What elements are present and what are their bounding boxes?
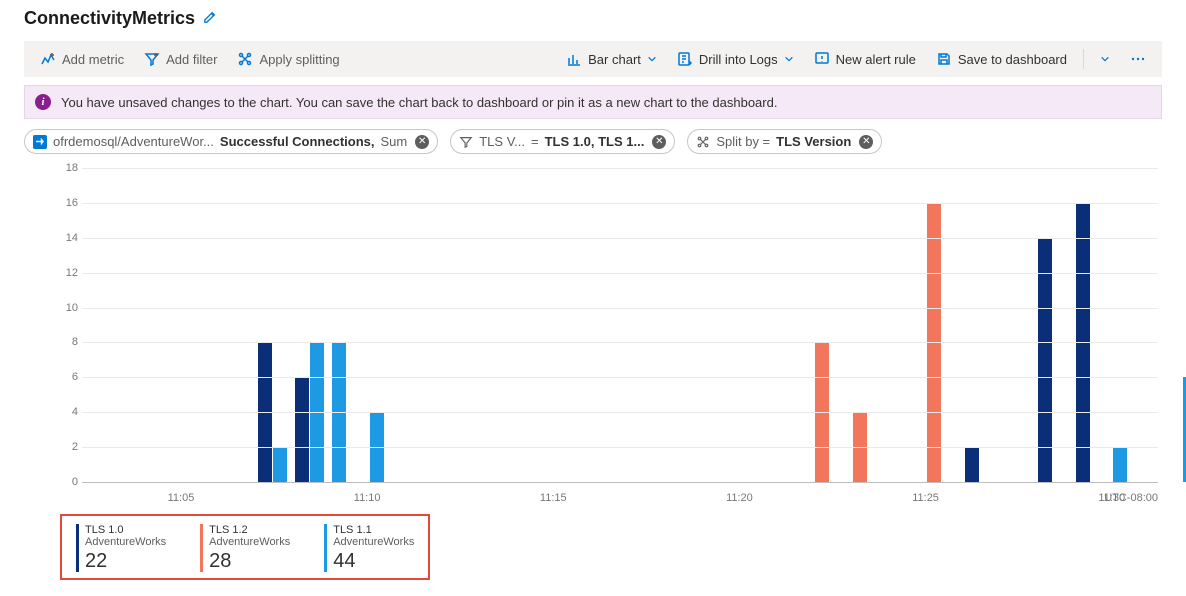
save-to-dashboard-label: Save to dashboard bbox=[958, 52, 1067, 67]
legend-series-name: TLS 1.0 bbox=[85, 524, 166, 536]
metric-name: Successful Connections, bbox=[220, 134, 375, 149]
legend-series-name: TLS 1.1 bbox=[333, 524, 414, 536]
filter-field: TLS V... bbox=[479, 134, 525, 149]
chart-type-selector[interactable]: Bar chart bbox=[558, 47, 665, 71]
split-label: Split by = bbox=[716, 134, 770, 149]
y-tick-label: 10 bbox=[60, 302, 78, 314]
add-filter-label: Add filter bbox=[166, 52, 217, 67]
legend-color-swatch bbox=[324, 524, 327, 572]
more-icon bbox=[1130, 51, 1146, 67]
page-title: ConnectivityMetrics bbox=[24, 8, 195, 29]
y-tick-label: 0 bbox=[60, 476, 78, 488]
chart-bar[interactable] bbox=[295, 377, 309, 482]
save-options-chevron[interactable] bbox=[1092, 50, 1118, 68]
add-metric-icon bbox=[40, 51, 56, 67]
new-alert-rule-label: New alert rule bbox=[836, 52, 916, 67]
legend-series-value: 44 bbox=[333, 550, 414, 572]
split-icon bbox=[237, 51, 253, 67]
legend-item[interactable]: TLS 1.1AdventureWorks 44 bbox=[324, 524, 414, 572]
gridline bbox=[82, 342, 1158, 343]
y-tick-label: 16 bbox=[60, 197, 78, 209]
x-tick-label: 11:15 bbox=[540, 492, 567, 504]
new-alert-rule-button[interactable]: New alert rule bbox=[806, 47, 924, 71]
legend-item[interactable]: TLS 1.2AdventureWorks 28 bbox=[200, 524, 290, 572]
divider bbox=[1083, 49, 1084, 69]
unsaved-changes-banner: i You have unsaved changes to the chart.… bbox=[24, 85, 1162, 119]
y-tick-label: 2 bbox=[60, 441, 78, 453]
save-icon bbox=[936, 51, 952, 67]
gridline bbox=[82, 273, 1158, 274]
remove-filter-icon[interactable]: ✕ bbox=[652, 135, 666, 149]
save-to-dashboard-button[interactable]: Save to dashboard bbox=[928, 47, 1075, 71]
y-tick-label: 8 bbox=[60, 336, 78, 348]
y-tick-label: 6 bbox=[60, 371, 78, 383]
gridline bbox=[82, 412, 1158, 413]
apply-splitting-label: Apply splitting bbox=[259, 52, 339, 67]
gridline bbox=[82, 482, 1158, 483]
metrics-toolbar: Add metric Add filter Apply splitting Ba… bbox=[24, 41, 1162, 77]
metrics-chart[interactable]: 024681012141618 11:0511:1011:1511:2011:2… bbox=[60, 168, 1158, 508]
add-filter-button[interactable]: Add filter bbox=[136, 47, 225, 71]
chevron-down-icon bbox=[647, 54, 657, 64]
metric-agg: Sum bbox=[381, 134, 408, 149]
x-tick-label: 11:20 bbox=[726, 492, 753, 504]
gridline bbox=[82, 203, 1158, 204]
alert-icon bbox=[814, 51, 830, 67]
gridline bbox=[82, 447, 1158, 448]
split-icon bbox=[696, 135, 710, 149]
metric-pill[interactable]: ofrdemosql/AdventureWor... Successful Co… bbox=[24, 129, 438, 154]
logs-icon bbox=[677, 51, 693, 67]
chevron-down-icon bbox=[784, 54, 794, 64]
split-value: TLS Version bbox=[776, 134, 851, 149]
gridline bbox=[82, 377, 1158, 378]
resource-icon bbox=[33, 135, 47, 149]
metric-scope: ofrdemosql/AdventureWor... bbox=[53, 134, 214, 149]
banner-text: You have unsaved changes to the chart. Y… bbox=[61, 95, 777, 110]
gridline bbox=[82, 168, 1158, 169]
filter-value: TLS 1.0, TLS 1... bbox=[545, 134, 645, 149]
drill-into-logs-button[interactable]: Drill into Logs bbox=[669, 47, 802, 71]
drill-into-logs-label: Drill into Logs bbox=[699, 52, 778, 67]
edit-title-icon[interactable] bbox=[203, 10, 217, 27]
legend-series-source: AdventureWorks bbox=[333, 536, 414, 548]
add-metric-label: Add metric bbox=[62, 52, 124, 67]
chart-bar[interactable] bbox=[1038, 238, 1052, 482]
info-icon: i bbox=[35, 94, 51, 110]
more-button[interactable] bbox=[1122, 47, 1154, 71]
y-tick-label: 14 bbox=[60, 232, 78, 244]
legend-series-source: AdventureWorks bbox=[209, 536, 290, 548]
gridline bbox=[82, 308, 1158, 309]
x-tick-label: 11:10 bbox=[354, 492, 381, 504]
y-tick-label: 12 bbox=[60, 267, 78, 279]
add-metric-button[interactable]: Add metric bbox=[32, 47, 132, 71]
y-tick-label: 4 bbox=[60, 406, 78, 418]
legend-series-source: AdventureWorks bbox=[85, 536, 166, 548]
filter-icon bbox=[144, 51, 160, 67]
filter-eq: = bbox=[531, 134, 539, 149]
legend-series-value: 28 bbox=[209, 550, 290, 572]
bar-chart-icon bbox=[566, 51, 582, 67]
filter-icon bbox=[459, 135, 473, 149]
split-pill[interactable]: Split by = TLS Version ✕ bbox=[687, 129, 882, 154]
remove-metric-icon[interactable]: ✕ bbox=[415, 135, 429, 149]
chevron-down-icon bbox=[1100, 54, 1110, 64]
chart-bar[interactable] bbox=[273, 447, 287, 482]
filter-pill[interactable]: TLS V... = TLS 1.0, TLS 1... ✕ bbox=[450, 129, 675, 154]
chart-type-label: Bar chart bbox=[588, 52, 641, 67]
apply-splitting-button[interactable]: Apply splitting bbox=[229, 47, 347, 71]
legend-series-name: TLS 1.2 bbox=[209, 524, 290, 536]
legend-item[interactable]: TLS 1.0AdventureWorks 22 bbox=[76, 524, 166, 572]
timezone-label: UTC-08:00 bbox=[1104, 492, 1158, 504]
x-tick-label: 11:25 bbox=[912, 492, 939, 504]
chart-bar[interactable] bbox=[965, 447, 979, 482]
y-tick-label: 18 bbox=[60, 162, 78, 174]
chart-bar[interactable] bbox=[1113, 447, 1127, 482]
legend-highlight-box: TLS 1.0AdventureWorks22TLS 1.2AdventureW… bbox=[60, 514, 430, 580]
legend-color-swatch bbox=[200, 524, 203, 572]
legend-color-swatch bbox=[76, 524, 79, 572]
gridline bbox=[82, 238, 1158, 239]
remove-split-icon[interactable]: ✕ bbox=[859, 135, 873, 149]
legend-series-value: 22 bbox=[85, 550, 166, 572]
x-tick-label: 11:05 bbox=[168, 492, 195, 504]
